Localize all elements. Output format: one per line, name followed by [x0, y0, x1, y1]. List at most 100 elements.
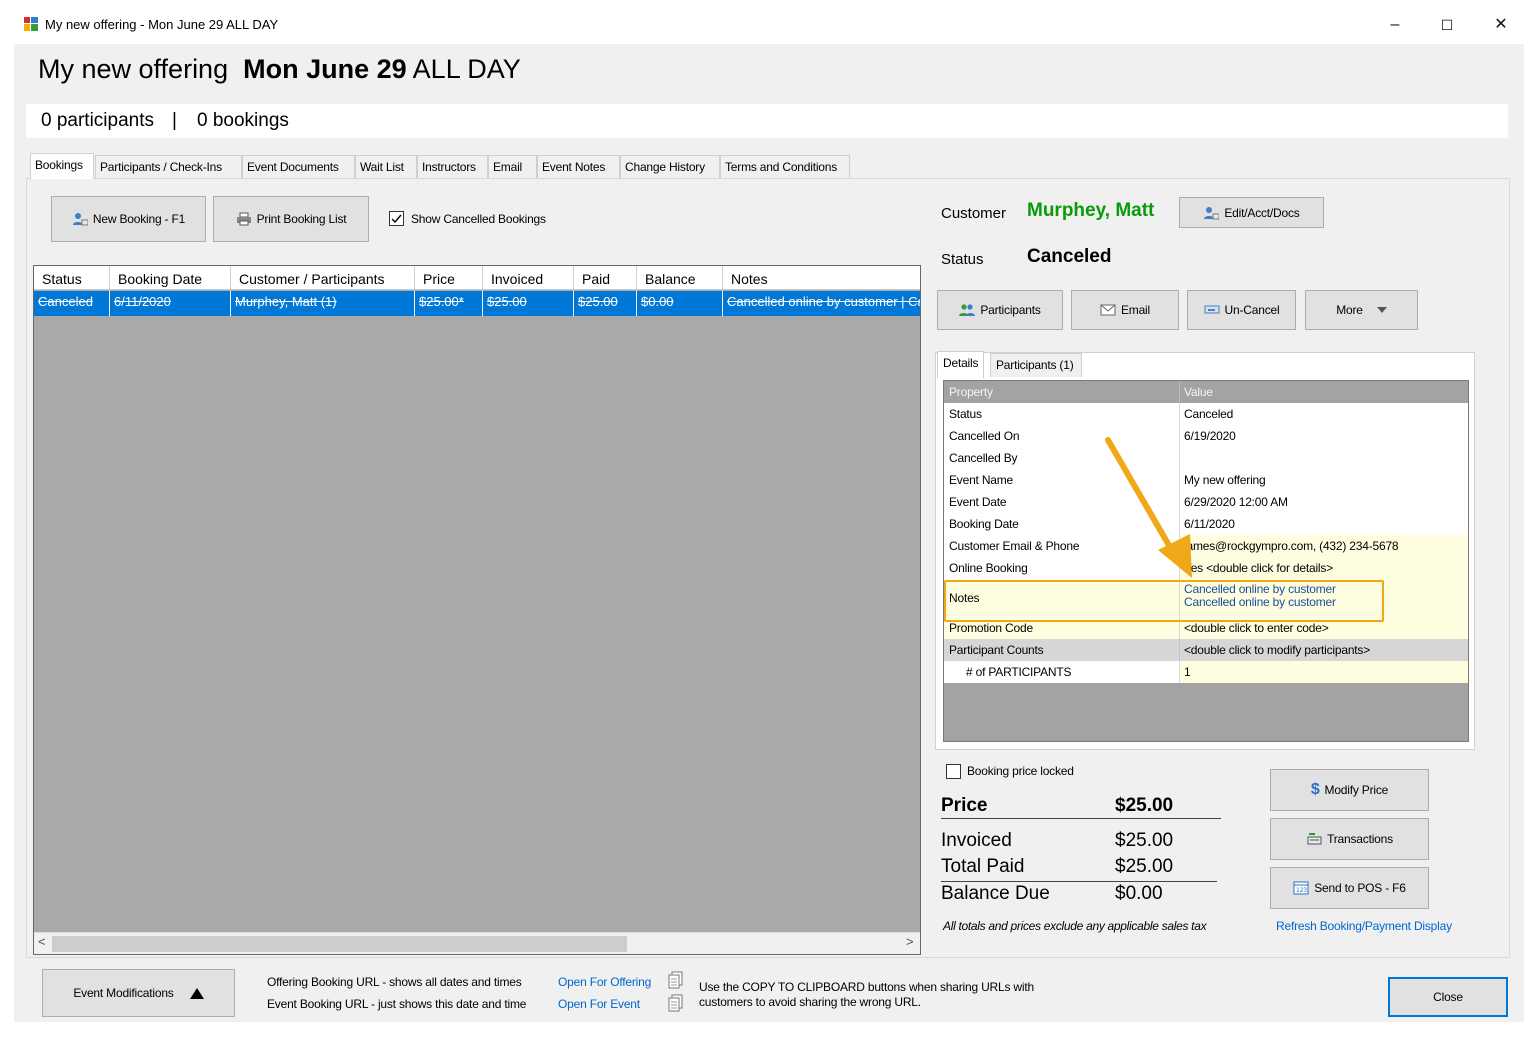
tab-event-notes[interactable]: Event Notes [537, 155, 620, 178]
refresh-display-link[interactable]: Refresh Booking/Payment Display [1276, 919, 1452, 933]
balance-due-value: $0.00 [1115, 883, 1163, 904]
event-date: Mon June 29 [243, 54, 407, 84]
event-url-label: Event Booking URL - just shows this date… [267, 997, 527, 1011]
property-row-num-participants[interactable]: # of PARTICIPANTS 1 [944, 661, 1468, 683]
offering-url-label: Offering Booking URL - shows all dates a… [267, 975, 522, 989]
paid-divider [941, 881, 1217, 882]
status-value: Canceled [1027, 246, 1112, 267]
bookings-grid[interactable]: Status Booking Date Customer / Participa… [33, 265, 921, 955]
tab-change-history[interactable]: Change History [620, 155, 720, 178]
uncancel-button[interactable]: Un-Cancel [1187, 290, 1296, 330]
status-label: Status [941, 251, 984, 268]
col-balance[interactable]: Balance [637, 266, 723, 290]
cell-notes: Cancelled online by customer | Cancelled… [727, 294, 920, 309]
participants-count: 0 participants [41, 110, 155, 131]
cell-status: Canceled [34, 291, 110, 316]
property-row-email-phone[interactable]: Customer Email & Phone james@rockgympro.… [944, 535, 1468, 557]
notes-line-1: Cancelled online by customer [1184, 582, 1336, 596]
cell-customer: Murphey, Matt (1) [231, 291, 415, 316]
property-row-participant-counts[interactable]: Participant Counts <double click to modi… [944, 639, 1468, 661]
event-time: ALL DAY [412, 54, 521, 84]
copy-offering-url-icon[interactable] [668, 971, 684, 989]
edit-acct-docs-button[interactable]: Edit/Acct/Docs [1179, 197, 1324, 228]
tab-instructors[interactable]: Instructors [417, 155, 488, 178]
tab-details[interactable]: Details [937, 351, 985, 378]
property-row-promo-code[interactable]: Promotion Code <double click to enter co… [944, 617, 1468, 639]
tab-wait-list[interactable]: Wait List [355, 155, 417, 178]
tab-bookings[interactable]: Bookings [30, 153, 94, 179]
tab-participants-checkins[interactable]: Participants / Check-Ins [95, 155, 242, 178]
close-button[interactable]: Close [1388, 977, 1508, 1017]
open-for-offering-link[interactable]: Open For Offering [558, 975, 651, 989]
tab-event-documents[interactable]: Event Documents [242, 155, 355, 178]
table-row[interactable]: Canceled 6/11/2020 Murphey, Matt (1) $25… [34, 291, 920, 316]
dollar-icon: $ [1310, 781, 1320, 798]
window-title-bar: My new offering - Mon June 29 ALL DAY – … [0, 0, 1524, 44]
property-row-cancelled-on[interactable]: Cancelled On 6/19/2020 [944, 425, 1468, 447]
col-price[interactable]: Price [415, 266, 483, 290]
copy-event-url-icon[interactable] [668, 994, 684, 1012]
property-row-notes[interactable]: Notes Cancelled online by customer Cance… [944, 579, 1468, 617]
total-paid-value: $25.00 [1115, 856, 1174, 877]
checkmark-icon [391, 214, 402, 224]
show-cancelled-label: Show Cancelled Bookings [411, 212, 546, 226]
cell-balance: $0.00 [637, 291, 723, 316]
bookings-count: 0 bookings [197, 110, 289, 131]
close-window-button[interactable]: ✕ [1478, 10, 1524, 40]
tab-email[interactable]: Email [488, 155, 537, 178]
page-title: My new offering Mon June 29 ALL DAY [38, 54, 521, 85]
app-icon [24, 17, 38, 31]
property-row-status[interactable]: Status Canceled [944, 403, 1468, 425]
property-row-event-name[interactable]: Event Name My new offering [944, 469, 1468, 491]
transactions-button[interactable]: Transactions [1270, 818, 1429, 860]
property-row-booking-date[interactable]: Booking Date 6/11/2020 [944, 513, 1468, 535]
invoiced-label: Invoiced [941, 830, 1012, 851]
property-row-cancelled-by[interactable]: Cancelled By [944, 447, 1468, 469]
col-customer[interactable]: Customer / Participants [231, 266, 415, 290]
grid-header: Status Booking Date Customer / Participa… [34, 266, 920, 290]
svg-text:123: 123 [1296, 887, 1307, 894]
tax-note: All totals and prices exclude any applic… [943, 919, 1207, 933]
price-value: $25.00 [1115, 795, 1174, 816]
maximize-button[interactable]: ☐ [1424, 10, 1470, 40]
price-locked-checkbox[interactable] [946, 764, 961, 779]
scroll-right-icon[interactable]: > [906, 934, 914, 949]
horizontal-scrollbar[interactable]: < > [34, 932, 920, 954]
email-button[interactable]: Email [1071, 290, 1179, 330]
stats-separator: | [172, 110, 177, 131]
col-notes[interactable]: Notes [723, 266, 920, 290]
user-add-icon [72, 213, 88, 226]
col-status[interactable]: Status [34, 266, 110, 290]
event-modifications-button[interactable]: Event Modifications [42, 969, 235, 1017]
users-icon [959, 304, 976, 316]
total-paid-label: Total Paid [941, 856, 1025, 877]
property-grid[interactable]: Property Value Status Canceled Cancelled… [943, 380, 1469, 742]
more-button[interactable]: More [1305, 290, 1418, 330]
cell-invoiced: $25.00 [483, 291, 574, 316]
col-invoiced[interactable]: Invoiced [483, 266, 574, 290]
new-booking-button[interactable]: New Booking - F1 [51, 196, 206, 242]
price-divider [941, 818, 1221, 819]
property-row-event-date[interactable]: Event Date 6/29/2020 12:00 AM [944, 491, 1468, 513]
tab-terms-conditions[interactable]: Terms and Conditions [720, 155, 850, 178]
print-booking-list-button[interactable]: Print Booking List [213, 196, 369, 242]
scroll-left-icon[interactable]: < [38, 934, 46, 949]
open-for-event-link[interactable]: Open For Event [558, 997, 640, 1011]
participants-button[interactable]: Participants [937, 290, 1063, 330]
stats-bar: 0 participants | 0 bookings [26, 104, 1508, 138]
property-row-online-booking[interactable]: Online Booking Yes <double click for det… [944, 557, 1468, 579]
show-cancelled-checkbox[interactable] [389, 211, 404, 226]
modify-price-button[interactable]: $ Modify Price [1270, 769, 1429, 811]
col-paid[interactable]: Paid [574, 266, 637, 290]
price-label: Price [941, 795, 988, 816]
col-booking-date[interactable]: Booking Date [110, 266, 231, 290]
offering-name: My new offering [38, 54, 229, 84]
customer-name[interactable]: Murphey, Matt [1027, 200, 1154, 222]
cell-paid: $25.00 [574, 291, 637, 316]
notes-line-2: Cancelled online by customer [1184, 595, 1336, 609]
tab-detail-participants[interactable]: Participants (1) [990, 353, 1082, 377]
scroll-thumb[interactable] [52, 936, 627, 952]
minimize-button[interactable]: – [1372, 10, 1418, 40]
pos-icon: 123 [1293, 881, 1309, 895]
send-to-pos-button[interactable]: 123 Send to POS - F6 [1270, 867, 1429, 909]
